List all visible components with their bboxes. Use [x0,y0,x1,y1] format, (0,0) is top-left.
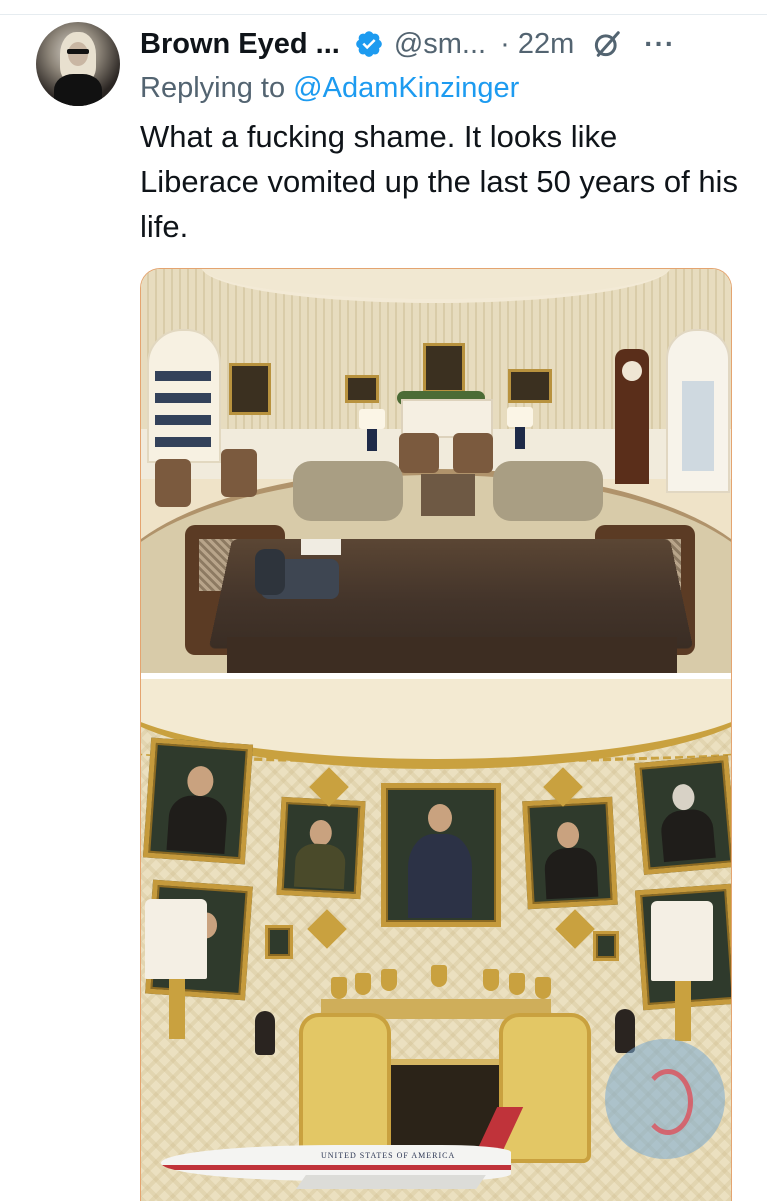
more-icon[interactable]: ··· [644,28,675,60]
timestamp[interactable]: · 22m [500,28,574,61]
wall-painting [423,343,465,393]
gold-armchair [299,1013,391,1163]
watermark-logo [605,1039,725,1159]
grandfather-clock [615,349,649,484]
portrait-painting [593,931,619,961]
photo-original-office[interactable] [141,269,731,673]
user-handle[interactable]: @sm... [394,28,486,61]
portrait-painting [522,796,618,910]
reply-prefix: Replying to [140,72,286,104]
wall-painting [345,375,379,403]
verified-badge-icon [356,31,382,57]
portrait-painting [265,925,293,959]
gold-armchair [499,1013,591,1163]
bookcase [147,329,221,463]
grok-icon[interactable] [592,29,622,59]
portrait-painting [634,755,731,875]
sofa [493,461,603,521]
sofa [293,461,403,521]
top-divider [0,14,767,15]
photo-gold-office[interactable]: UNITED STATES OF AMERICA [141,679,731,1201]
portrait-painting [276,796,366,900]
reply-context: Replying to @AdamKinzinger [140,72,519,105]
tweet-media[interactable]: UNITED STATES OF AMERICA [140,268,732,1201]
wall-painting [508,369,552,403]
desk-phone [255,549,339,599]
door [666,329,730,493]
tweet-header: Brown Eyed ... @sm... · 22m ··· [140,24,740,64]
display-name[interactable]: Brown Eyed ... [140,28,340,61]
portrait-painting [142,737,254,865]
reply-mention-link[interactable]: @AdamKinzinger [293,72,519,104]
wall-painting [229,363,271,415]
airplane-label: UNITED STATES OF AMERICA [321,1151,456,1160]
tweet-text: What a fucking shame. It looks like Libe… [140,119,738,244]
portrait-painting [381,783,501,927]
avatar[interactable] [36,22,120,106]
